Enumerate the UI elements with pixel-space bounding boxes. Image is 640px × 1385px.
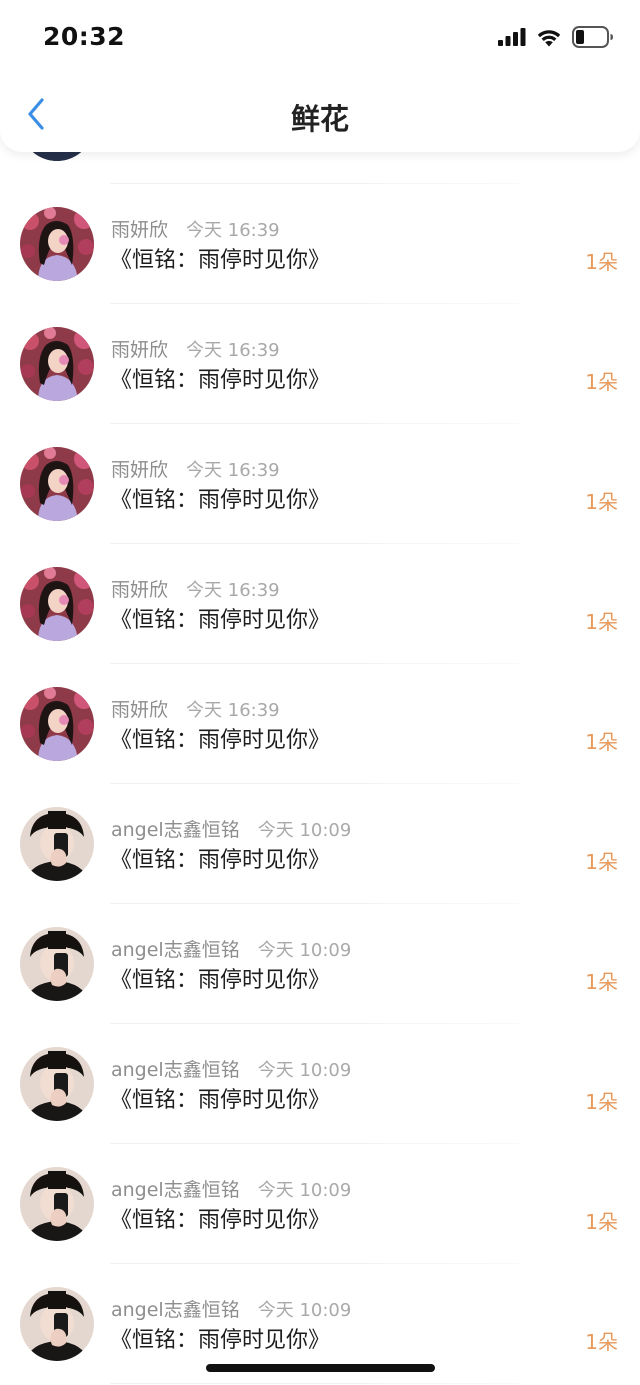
sender-name[interactable]: angel志鑫恒铭 [111, 815, 240, 842]
flower-count: 1朵 [585, 1210, 618, 1234]
status-bar: 20:32 [0, 0, 640, 76]
record-meta: 雨妍欣 今天 16:39 [111, 215, 280, 242]
record-time: 今天 16:39 [186, 340, 280, 361]
record-meta: angel志鑫恒铭 今天 10:09 [111, 935, 351, 962]
record-title: 《恒铭：雨停时见你》 [110, 1088, 331, 1113]
flower-count: 1朵 [585, 1090, 618, 1114]
page-title: 鲜花 [290, 102, 349, 136]
flower-count: 1朵 [585, 370, 618, 394]
record-time: 今天 16:39 [186, 220, 280, 241]
record-time: 今天 10:09 [257, 1300, 352, 1321]
flower-count: 1朵 [585, 970, 618, 994]
flower-record-row[interactable]: 雨妍欣 今天 16:39 《恒铭：雨停时见你》 1朵 [0, 424, 640, 544]
record-time: 今天 16:39 [186, 460, 280, 481]
flower-count: 1朵 [585, 250, 618, 274]
flower-record-list[interactable]: 雨妍欣 今天 16:39 《恒铭：雨停时见你》 1朵 雨妍欣 今天 16:39 … [0, 64, 640, 1384]
record-time: 今天 10:09 [257, 820, 352, 841]
record-meta: 雨妍欣 今天 16:39 [111, 575, 280, 602]
record-time: 今天 16:39 [186, 580, 280, 601]
avatar[interactable] [20, 327, 94, 401]
home-indicator[interactable] [206, 1364, 435, 1372]
record-time: 今天 16:39 [186, 700, 280, 721]
record-time: 今天 10:09 [257, 1180, 352, 1201]
flower-count: 1朵 [585, 1330, 618, 1354]
sender-name[interactable]: 雨妍欣 [111, 695, 168, 722]
signal-icon [498, 28, 526, 50]
status-icons [498, 26, 614, 52]
flower-count: 1朵 [585, 730, 618, 754]
record-time: 今天 10:09 [257, 940, 352, 961]
record-time: 今天 10:09 [257, 1060, 352, 1081]
sender-name[interactable]: angel志鑫恒铭 [111, 1175, 240, 1202]
record-title: 《恒铭：雨停时见你》 [110, 968, 331, 993]
record-meta: 雨妍欣 今天 16:39 [111, 695, 280, 722]
record-meta: angel志鑫恒铭 今天 10:09 [111, 815, 351, 842]
sender-name[interactable]: 雨妍欣 [111, 215, 168, 242]
flower-record-row[interactable]: angel志鑫恒铭 今天 10:09 《恒铭：雨停时见你》 1朵 [0, 1024, 640, 1144]
record-meta: angel志鑫恒铭 今天 10:09 [111, 1055, 351, 1082]
record-meta: angel志鑫恒铭 今天 10:09 [111, 1295, 351, 1322]
record-title: 《恒铭：雨停时见你》 [110, 248, 331, 273]
sender-name[interactable]: angel志鑫恒铭 [111, 1295, 240, 1322]
record-title: 《恒铭：雨停时见你》 [110, 1208, 331, 1233]
flower-count: 1朵 [585, 490, 618, 514]
record-meta: 雨妍欣 今天 16:39 [111, 335, 280, 362]
wifi-icon [536, 28, 562, 51]
avatar[interactable] [20, 1287, 94, 1361]
avatar[interactable] [20, 1167, 94, 1241]
record-title: 《恒铭：雨停时见你》 [110, 368, 331, 393]
record-title: 《恒铭：雨停时见你》 [110, 608, 331, 633]
flower-record-row[interactable]: 雨妍欣 今天 16:39 《恒铭：雨停时见你》 1朵 [0, 184, 640, 304]
avatar[interactable] [20, 567, 94, 641]
flower-record-row[interactable]: angel志鑫恒铭 今天 10:09 《恒铭：雨停时见你》 1朵 [0, 904, 640, 1024]
battery-icon [572, 26, 614, 52]
sender-name[interactable]: angel志鑫恒铭 [111, 935, 240, 962]
avatar[interactable] [20, 447, 94, 521]
record-meta: angel志鑫恒铭 今天 10:09 [111, 1175, 351, 1202]
sender-name[interactable]: 雨妍欣 [111, 575, 168, 602]
sender-name[interactable]: 雨妍欣 [111, 455, 168, 482]
record-title: 《恒铭：雨停时见你》 [110, 1328, 331, 1353]
record-title: 《恒铭：雨停时见你》 [110, 488, 331, 513]
avatar[interactable] [20, 207, 94, 281]
sender-name[interactable]: angel志鑫恒铭 [111, 1055, 240, 1082]
flower-count: 1朵 [585, 850, 618, 874]
record-title: 《恒铭：雨停时见你》 [110, 848, 331, 873]
record-title: 《恒铭：雨停时见你》 [110, 728, 331, 753]
flower-record-row[interactable]: angel志鑫恒铭 今天 10:09 《恒铭：雨停时见你》 1朵 [0, 1144, 640, 1264]
sender-name[interactable]: 雨妍欣 [111, 335, 168, 362]
flower-record-row[interactable]: 雨妍欣 今天 16:39 《恒铭：雨停时见你》 1朵 [0, 664, 640, 784]
status-time: 20:32 [43, 22, 126, 51]
avatar[interactable] [20, 1047, 94, 1121]
avatar[interactable] [20, 927, 94, 1001]
flower-record-row[interactable]: 雨妍欣 今天 16:39 《恒铭：雨停时见你》 1朵 [0, 304, 640, 424]
header: 20:32 鲜花 [0, 0, 640, 152]
avatar[interactable] [20, 807, 94, 881]
record-meta: 雨妍欣 今天 16:39 [111, 455, 280, 482]
avatar[interactable] [20, 687, 94, 761]
flower-record-row[interactable]: angel志鑫恒铭 今天 10:09 《恒铭：雨停时见你》 1朵 [0, 784, 640, 904]
nav-bar: 鲜花 [0, 82, 640, 150]
flower-records-screen: 雨妍欣 今天 16:39 《恒铭：雨停时见你》 1朵 雨妍欣 今天 16:39 … [0, 0, 640, 1385]
flower-record-row[interactable]: 雨妍欣 今天 16:39 《恒铭：雨停时见你》 1朵 [0, 544, 640, 664]
row-divider [110, 1383, 520, 1384]
flower-count: 1朵 [585, 610, 618, 634]
